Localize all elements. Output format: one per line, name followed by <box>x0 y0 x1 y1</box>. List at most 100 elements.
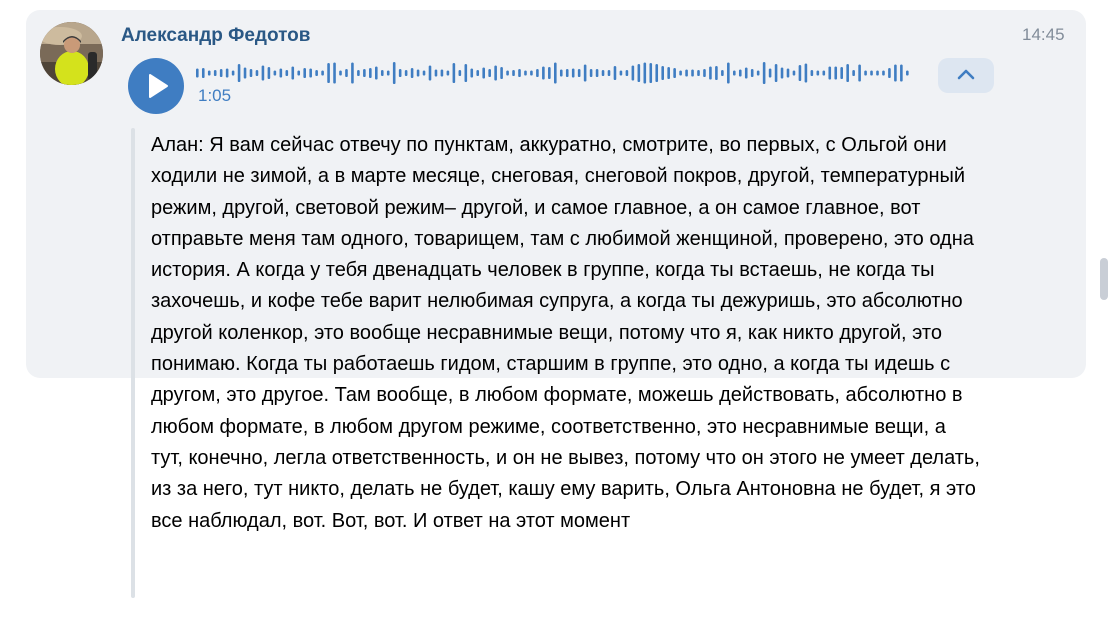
waveform-bar <box>709 66 712 80</box>
waveform-bar <box>196 68 199 78</box>
waveform-bar <box>571 68 575 78</box>
waveform-bar <box>774 64 778 82</box>
waveform-bar <box>213 70 217 76</box>
waveform-bar <box>631 65 635 81</box>
waveform-bar <box>452 63 456 83</box>
avatar[interactable] <box>40 22 103 85</box>
waveform-bar <box>607 70 611 76</box>
waveform-bar <box>231 70 235 76</box>
waveform-bar <box>661 66 664 80</box>
waveform-bar <box>375 66 378 80</box>
chevron-up-icon <box>957 69 975 80</box>
waveform-bar <box>798 65 802 81</box>
waveform-bar <box>744 67 748 79</box>
waveform-bar <box>404 70 408 76</box>
waveform-bar <box>691 69 694 77</box>
waveform-bar <box>554 62 557 84</box>
play-button[interactable] <box>128 58 184 114</box>
waveform-bar <box>703 69 706 77</box>
waveform-bar <box>363 69 366 77</box>
waveform-bar <box>470 68 474 78</box>
waveform-bar <box>524 70 527 76</box>
waveform-bar <box>500 67 503 79</box>
waveform-bar <box>428 65 432 81</box>
waveform-bar <box>756 70 760 76</box>
collapse-transcript-button[interactable] <box>938 58 994 93</box>
waveform-bar <box>673 68 676 78</box>
waveform-bar <box>613 66 617 80</box>
waveform-bar <box>852 70 855 76</box>
waveform-bar <box>273 70 277 76</box>
waveform-bar <box>762 62 766 84</box>
waveform-bar <box>870 70 873 76</box>
waveform-bar <box>589 69 593 77</box>
waveform-bar <box>327 63 330 83</box>
waveform-bar <box>518 69 521 77</box>
waveform-bar <box>565 69 569 77</box>
waveform-bar <box>840 67 843 79</box>
waveform-bar <box>416 69 420 77</box>
waveform-bar <box>285 70 289 76</box>
waveform-bar <box>434 69 438 77</box>
waveform-bar <box>619 70 623 76</box>
waveform-bar <box>559 69 563 77</box>
waveform-bar <box>738 69 742 77</box>
voice-waveform[interactable] <box>196 61 912 85</box>
waveform-bar <box>392 62 396 84</box>
voice-transcript: Алан: Я вам сейчас отвечу по пунктам, ак… <box>151 134 980 532</box>
waveform-bar <box>225 68 229 78</box>
waveform-bar <box>380 70 384 76</box>
waveform-bar <box>339 70 342 76</box>
waveform-bar <box>727 62 730 84</box>
waveform-bar <box>816 70 820 76</box>
waveform-bar <box>786 68 790 78</box>
waveform-bar <box>440 69 444 77</box>
waveform-bar <box>261 65 265 81</box>
scrollbar-thumb[interactable] <box>1100 258 1108 300</box>
waveform-bar <box>512 70 515 76</box>
waveform-bar <box>255 70 259 76</box>
waveform-bar <box>494 65 497 81</box>
waveform-bar <box>637 64 641 82</box>
waveform-bar <box>458 70 462 76</box>
waveform-bar <box>345 69 348 77</box>
waveform-bar <box>542 66 545 80</box>
waveform-bar <box>249 69 253 77</box>
waveform-bar <box>595 69 599 77</box>
waveform-bar <box>750 69 754 77</box>
waveform-bar <box>482 67 485 79</box>
waveform-bar <box>506 70 509 76</box>
waveform-bar <box>679 70 682 76</box>
waveform-bar <box>386 70 390 76</box>
waveform-bar <box>864 70 867 76</box>
waveform-bar <box>446 70 450 76</box>
waveform-bar <box>536 69 539 77</box>
waveform-bar <box>792 70 796 76</box>
waveform-bar <box>655 64 659 82</box>
waveform-bar <box>398 69 402 77</box>
waveform-bar <box>279 68 283 78</box>
waveform-bar <box>888 68 891 78</box>
waveform-bar <box>858 64 861 82</box>
waveform-bar <box>768 68 772 78</box>
waveform-bar <box>882 70 885 76</box>
waveform-bar <box>625 70 629 76</box>
waveform-bar <box>715 66 718 80</box>
waveform-bar <box>667 67 670 79</box>
waveform-bar <box>351 62 354 84</box>
waveform-bar <box>601 70 605 76</box>
waveform-bar <box>822 70 826 76</box>
waveform-bar <box>207 70 211 76</box>
message-time: 14:45 <box>1022 25 1065 44</box>
waveform-bar <box>219 69 223 77</box>
author-name[interactable]: Александр Федотов <box>121 24 310 48</box>
waveform-bar <box>243 67 247 79</box>
waveform-bar <box>643 62 647 84</box>
waveform-bar <box>894 64 897 82</box>
waveform-bar <box>315 70 318 76</box>
waveform-bar <box>333 62 336 84</box>
waveform-bar <box>846 64 849 82</box>
waveform-bar <box>267 67 271 79</box>
waveform-bar <box>309 68 312 78</box>
waveform-bar <box>291 66 295 80</box>
